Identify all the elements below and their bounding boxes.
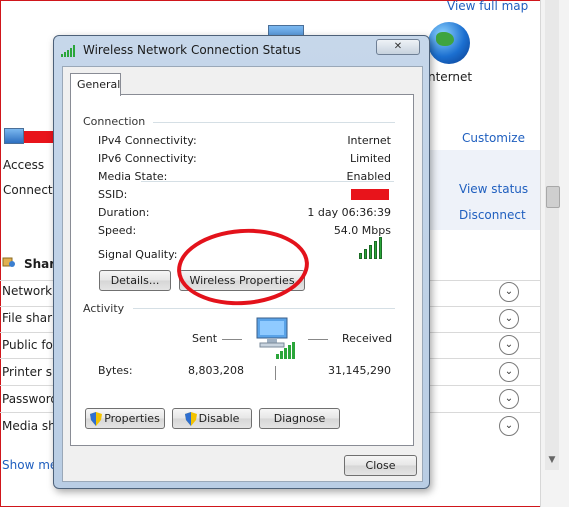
properties-button-label: Properties <box>104 412 160 425</box>
duration-value: 1 day 06:36:39 <box>307 206 391 219</box>
bytes-divider <box>275 366 276 380</box>
bytes-received-value: 31,145,290 <box>328 364 391 377</box>
general-tab-panel: Connection IPv4 Connectivity: Internet I… <box>70 94 414 446</box>
sharing-item: Password <box>2 392 59 406</box>
scroll-down-arrow-icon[interactable]: ▼ <box>545 455 559 469</box>
signal-quality-label: Signal Quality: <box>98 248 178 261</box>
connection-heading: Connection <box>83 115 150 128</box>
sharing-icon <box>2 257 15 267</box>
chevron-down-icon[interactable]: ⌄ <box>499 362 519 382</box>
customize-link[interactable]: Customize <box>462 131 525 145</box>
disable-button-label: Disable <box>198 412 240 425</box>
background-scrollbar[interactable] <box>545 0 559 470</box>
received-line <box>308 339 328 340</box>
redacted-network-name <box>24 131 53 143</box>
show-more-link[interactable]: Show me <box>2 458 57 472</box>
speed-label: Speed: <box>98 224 137 237</box>
disconnect-link[interactable]: Disconnect <box>459 208 526 222</box>
access-label: Access <box>3 158 45 172</box>
group-divider <box>153 122 395 123</box>
view-full-map-link[interactable]: View full map <box>447 0 528 13</box>
tab-general-label: General <box>77 78 121 91</box>
signal-strength-icon <box>61 45 75 57</box>
dialog-titlebar[interactable]: Wireless Network Connection Status ✕ <box>54 36 429 64</box>
media-state-value: Enabled <box>346 170 391 183</box>
chevron-down-icon[interactable]: ⌄ <box>499 282 519 302</box>
wireless-properties-button[interactable]: Wireless Properties <box>179 270 305 291</box>
chevron-down-icon[interactable]: ⌄ <box>499 389 519 409</box>
activity-heading: Activity <box>83 302 129 315</box>
received-label: Received <box>342 332 393 345</box>
internet-label: nternet <box>428 70 473 84</box>
internet-globe-icon <box>428 22 470 64</box>
network-computer-icon <box>256 317 295 359</box>
sent-label: Sent <box>192 332 218 345</box>
close-icon[interactable]: ✕ <box>376 39 420 55</box>
close-button[interactable]: Close <box>344 455 417 476</box>
sharing-item: Printer sh <box>2 365 60 379</box>
ipv4-value: Internet <box>347 134 391 147</box>
details-button[interactable]: Details... <box>99 270 171 291</box>
shield-icon <box>184 412 197 426</box>
shield-icon <box>90 412 103 426</box>
signal-quality-bars-icon <box>359 237 389 259</box>
tab-general[interactable]: General <box>70 73 121 96</box>
diagnose-button[interactable]: Diagnose <box>259 408 340 429</box>
chevron-down-icon[interactable]: ⌄ <box>499 335 519 355</box>
group-divider <box>133 308 395 309</box>
disable-button[interactable]: Disable <box>172 408 252 429</box>
ssid-label: SSID: <box>98 188 128 201</box>
sharing-item: Public fol <box>2 338 57 352</box>
duration-label: Duration: <box>98 206 150 219</box>
sent-line <box>222 339 242 340</box>
wireless-status-dialog: Wireless Network Connection Status ✕ Gen… <box>53 35 430 489</box>
redacted-ssid <box>351 189 389 200</box>
network-icon <box>4 128 24 144</box>
speed-value: 54.0 Mbps <box>333 224 391 237</box>
media-state-label: Media State: <box>98 170 168 183</box>
ipv6-value: Limited <box>349 152 391 165</box>
ipv6-label: IPv6 Connectivity: <box>98 152 197 165</box>
dialog-client-area: General Connection IPv4 Connectivity: In… <box>62 66 423 482</box>
properties-button[interactable]: Properties <box>85 408 165 429</box>
bytes-label: Bytes: <box>98 364 133 377</box>
bytes-sent-value: 8,803,208 <box>188 364 244 377</box>
chevron-down-icon[interactable]: ⌄ <box>499 416 519 436</box>
chevron-down-icon[interactable]: ⌄ <box>499 309 519 329</box>
view-status-link[interactable]: View status <box>459 182 528 196</box>
ipv4-label: IPv4 Connectivity: <box>98 134 197 147</box>
dialog-title: Wireless Network Connection Status <box>83 43 301 57</box>
background-scroll-thumb[interactable] <box>546 186 560 208</box>
